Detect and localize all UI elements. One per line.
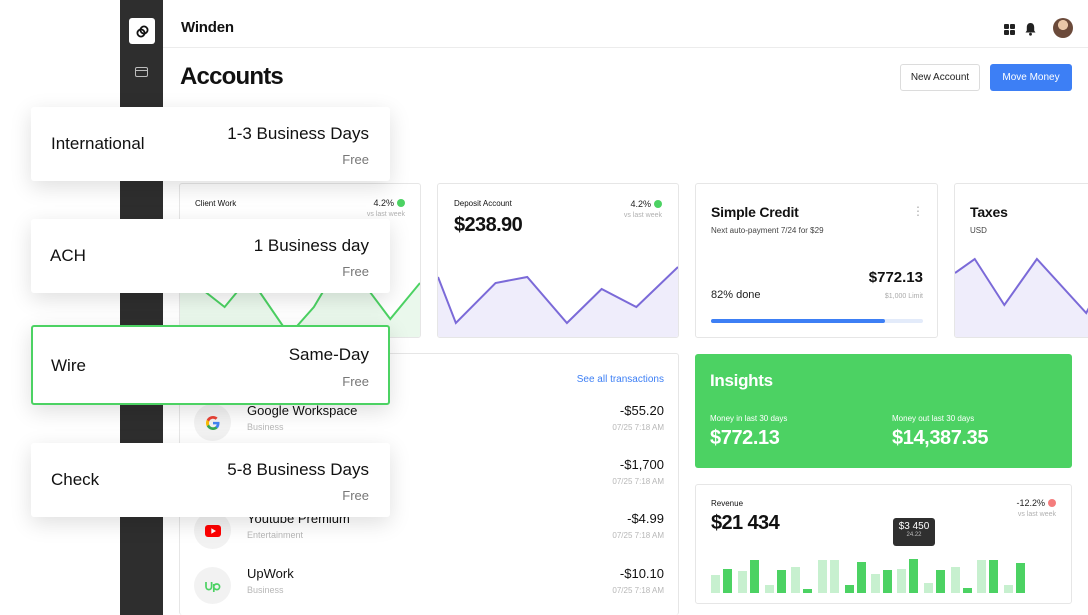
transfer-option-fee: Free [342,374,369,389]
transfer-option-name: ACH [50,246,86,265]
deposit-account-card[interactable]: Deposit Account $238.90 4.2% vs last wee… [437,183,679,338]
new-account-button[interactable]: New Account [900,64,980,91]
trend-up-icon [397,199,405,207]
coins-logo-icon[interactable] [129,18,155,44]
money-out-value: $14,387.35 [892,427,989,449]
transaction-time: 07/25 7:18 AM [612,586,664,595]
credit-progress-bar [711,319,923,323]
money-in-value: $772.13 [710,427,780,449]
trend-up-icon [654,200,662,208]
progress-label: 82% done [711,289,761,301]
brand-name: Winden [181,19,234,36]
chart-tooltip: $3 450 24.22 [893,518,935,546]
taxes-sparkline [955,257,1088,337]
transaction-amount: -$55.20 [619,403,664,418]
deposit-sparkline [438,266,678,337]
transaction-time: 07/25 7:18 AM [612,423,664,432]
insights-title: Insights [710,371,773,390]
transaction-amount: -$10.10 [619,566,664,581]
card-icon[interactable] [135,67,148,77]
transaction-row[interactable]: UpWork Business -$10.10 07/25 7:18 AM [194,565,664,605]
see-all-transactions-link[interactable]: See all transactions [577,374,664,385]
transfer-option-time: 1-3 Business Days [227,124,369,143]
header-divider [163,47,1088,48]
compare-label: vs last week [366,211,405,218]
transaction-name: Google Workspace [247,403,358,418]
bell-icon[interactable] [1024,22,1037,36]
transfer-option-time: 5-8 Business Days [227,460,369,479]
compare-label: vs last week [1017,511,1056,518]
transfer-option-name: Check [51,470,100,489]
revenue-bar-chart [711,559,1025,593]
sidebar [120,0,163,615]
revenue-title: Revenue [711,499,744,508]
transaction-name: UpWork [247,566,294,581]
transfer-option-time: Same-Day [288,345,369,364]
avatar[interactable] [1053,18,1073,38]
transaction-amount: -$4.99 [627,511,664,526]
transaction-row[interactable]: Google Workspace Business -$55.20 07/25 … [194,402,664,442]
card-title: Taxes [970,204,1008,220]
money-out-label: Money out last 30 days [892,414,975,423]
currency-label: USD [970,226,987,235]
transfer-option-wire[interactable]: Wire Same-Day Free [31,325,390,405]
transaction-category: Entertainment [247,530,304,540]
youtube-icon [194,512,231,549]
taxes-card[interactable]: Taxes USD [954,183,1088,338]
card-subtitle: Next auto-payment 7/24 for $29 [711,226,824,235]
upwork-icon [194,567,231,604]
google-icon [194,404,231,441]
credit-progress-fill [711,319,885,323]
more-menu-icon[interactable]: ⋮ [912,205,924,217]
transaction-amount: -$1,700 [619,457,664,472]
transfer-option-international[interactable]: International 1-3 Business Days Free [31,107,390,181]
transfer-option-fee: Free [342,152,369,167]
transaction-time: 07/25 7:18 AM [612,531,664,540]
compare-label: vs last week [623,212,662,219]
money-in-label: Money in last 30 days [710,414,788,423]
trend-down-icon [1048,499,1056,507]
credit-amount: $772.13 [868,269,923,286]
transfer-option-time: 1 Business day [253,236,369,255]
transfer-option-fee: Free [342,264,369,279]
change-indicator: -12.2% [1016,498,1056,508]
grid-icon[interactable] [1004,24,1015,35]
transfer-option-fee: Free [342,488,369,503]
insights-card[interactable]: Insights Money in last 30 days $772.13 M… [695,354,1072,468]
change-indicator: 4.2% [373,198,405,208]
card-title: Simple Credit [711,204,799,220]
transfer-option-ach[interactable]: ACH 1 Business day Free [31,219,390,293]
credit-limit: $1,000 Limit [884,293,923,300]
deposit-amount: $238.90 [454,214,523,236]
transfer-option-name: International [51,134,145,153]
card-title: Deposit Account [454,199,512,208]
page-title: Accounts [180,63,284,90]
move-money-button[interactable]: Move Money [990,64,1072,91]
transaction-time: 07/25 7:18 AM [612,477,664,486]
transaction-category: Business [247,422,284,432]
revenue-card[interactable]: Revenue $21 434 -12.2% vs last week $3 4… [695,484,1072,604]
transfer-option-check[interactable]: Check 5-8 Business Days Free [31,443,390,517]
app-window: Winden Accounts New Account Move Money C… [0,0,1088,615]
transfer-option-name: Wire [51,356,86,375]
transaction-category: Business [247,585,284,595]
change-indicator: 4.2% [630,199,662,209]
simple-credit-card[interactable]: Simple Credit Next auto-payment 7/24 for… [695,183,938,338]
revenue-amount: $21 434 [711,512,780,534]
card-title: Client Work [195,199,237,208]
